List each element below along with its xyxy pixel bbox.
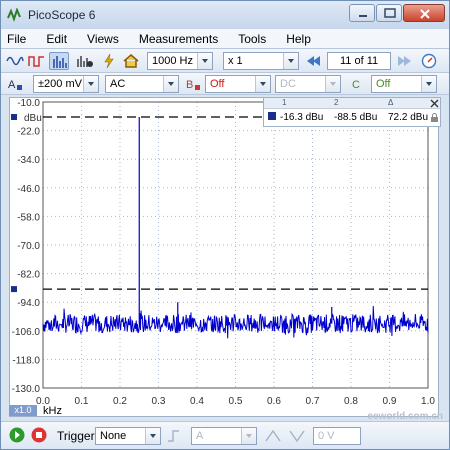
ruler-col-1: 1 <box>282 98 287 107</box>
start-capture-button[interactable] <box>7 426 27 444</box>
frequency-select[interactable]: 1000 Hz <box>147 52 213 70</box>
y-tick-label: -22.0 <box>17 127 40 138</box>
x-tick-label: 0.8 <box>344 396 358 407</box>
picoscope-logo-icon <box>7 8 21 22</box>
rising-edge-icon[interactable] <box>263 427 283 445</box>
y-tick-label: -82.0 <box>17 270 40 281</box>
x-tick-label: 0.4 <box>190 396 204 407</box>
close-ruler-icon[interactable] <box>430 99 439 108</box>
channel-b-button[interactable]: B <box>183 75 203 93</box>
falling-edge-icon[interactable] <box>287 427 307 445</box>
compass-icon[interactable] <box>419 52 439 70</box>
channel-a-letter: A <box>8 79 16 91</box>
y-tick-label: -10.0 <box>17 98 40 109</box>
scale-label: x1.0 <box>9 405 37 416</box>
svg-text:B: B <box>186 79 193 91</box>
menu-help[interactable]: Help <box>286 32 311 46</box>
channel-color-swatch <box>268 112 276 120</box>
trigger-level-field[interactable]: 0 V <box>313 427 361 445</box>
menu-bar: File Edit Views Measurements Tools Help <box>1 29 449 49</box>
previous-capture-button[interactable] <box>303 52 323 70</box>
next-capture-button[interactable] <box>395 52 415 70</box>
menu-measurements[interactable]: Measurements <box>139 32 218 46</box>
channel-b-range-select[interactable]: Off <box>205 75 271 93</box>
ruler-handle <box>11 286 17 293</box>
channel-b-coupling-select[interactable]: DC <box>275 75 341 93</box>
menu-file[interactable]: File <box>7 32 26 46</box>
spectrum-chart: -10.0 -22.0 -34.0 -46.0 -58.0 -70.0 -82.0 -94.0… <box>11 98 435 407</box>
x-tick-label: 1.0 <box>421 396 435 407</box>
spectrum-options-icon[interactable] <box>75 52 95 70</box>
y-tick-label: -70.0 <box>17 241 40 252</box>
trigger-label: Trigger <box>57 429 95 443</box>
x-tick-label: 0.3 <box>152 396 166 407</box>
capture-counter[interactable]: 11 of 11 <box>327 52 391 70</box>
svg-text:C: C <box>352 79 360 91</box>
y-tick-label: -58.0 <box>17 212 40 223</box>
home-icon[interactable] <box>121 52 141 70</box>
maximize-button[interactable] <box>376 4 402 22</box>
close-button[interactable] <box>403 4 445 22</box>
y-tick-label: -118.0 <box>12 355 40 366</box>
ruler-col-2: 2 <box>334 98 339 107</box>
persistence-mode-icon[interactable] <box>27 52 47 70</box>
spectrum-mode-icon[interactable] <box>49 52 69 70</box>
x-tick-label: 0.1 <box>75 396 89 407</box>
picoscope-window: PicoScope 6 File Edit Views Measurements… <box>0 0 450 450</box>
spectrum-view[interactable]: -10.0 -22.0 -34.0 -46.0 -58.0 -70.0 -82.0 -94.0… <box>9 97 439 417</box>
y-tick-label: -94.0 <box>17 298 40 309</box>
window-title: PicoScope 6 <box>28 8 96 22</box>
y-tick-label: -46.0 <box>17 184 40 195</box>
channel-toolbar: A ±200 mV AC B Off DC C Off <box>1 73 449 95</box>
zoom-select[interactable]: x 1 <box>223 52 299 70</box>
channel-c-range-select[interactable]: Off <box>371 75 437 93</box>
trigger-edge-icon[interactable] <box>165 427 185 445</box>
x-tick-label: 0.5 <box>229 396 243 407</box>
y-tick-label: -130.0 <box>12 384 41 395</box>
menu-views[interactable]: Views <box>87 32 119 46</box>
trigger-toolbar: Trigger None A 0 V <box>1 421 449 449</box>
minimize-button[interactable] <box>349 4 375 22</box>
title-bar: PicoScope 6 <box>1 1 449 29</box>
ruler-legend-header: 1 2 Δ <box>264 98 440 109</box>
x-tick-label: 0.7 <box>306 396 320 407</box>
trigger-mode-select[interactable]: None <box>95 427 161 445</box>
channel-a-button[interactable]: A <box>5 75 25 93</box>
x-axis-unit: kHz <box>43 405 62 417</box>
ruler-1-value: -16.3 dBu <box>280 112 324 123</box>
ruler-2-value: -88.5 dBu <box>334 112 378 123</box>
x-tick-label: 0.9 <box>383 396 397 407</box>
ruler-delta-value: 72.2 dBu <box>388 112 429 123</box>
range-select[interactable]: ±200 mV <box>33 75 99 93</box>
y-axis-unit: dBu <box>24 113 42 124</box>
coupling-select[interactable]: AC <box>105 75 179 93</box>
x-tick-label: 0.2 <box>113 396 127 407</box>
y-tick-label: -34.0 <box>17 155 40 166</box>
y-tick-label: -106.0 <box>12 327 41 338</box>
menu-tools[interactable]: Tools <box>238 32 266 46</box>
ruler-col-delta: Δ <box>388 98 394 107</box>
channel-c-button[interactable]: C <box>349 75 369 93</box>
menu-edit[interactable]: Edit <box>46 32 67 46</box>
x-tick-label: 0.6 <box>267 396 281 407</box>
stop-capture-button[interactable] <box>29 426 49 444</box>
probe-icon[interactable] <box>99 52 119 70</box>
scope-mode-icon[interactable] <box>5 52 25 70</box>
main-toolbar: 1000 Hz x 1 11 of 11 <box>1 49 449 73</box>
trigger-channel-select[interactable]: A <box>191 427 257 445</box>
ruler-handle <box>11 114 17 121</box>
ruler-legend: 1 2 Δ -16.3 dBu -88.5 dBu 72.2 dBu <box>263 97 441 127</box>
lock-icon[interactable] <box>430 113 439 123</box>
